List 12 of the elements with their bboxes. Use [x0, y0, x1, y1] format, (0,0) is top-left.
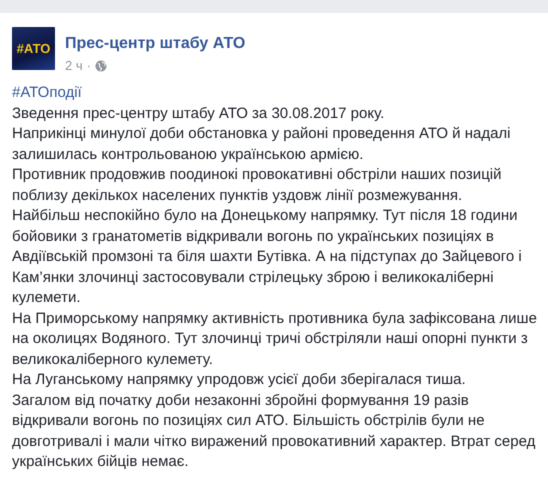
post-paragraph: Противник продовжив поодинокі провокативні обстріли наших позицій поблизу декількох населених пунктів уздовж лінії розмежування.: [12, 165, 502, 206]
hashtag-link[interactable]: #АТОподії: [12, 83, 537, 104]
page-name-link[interactable]: Прес-центр штабу АТО: [65, 35, 246, 53]
post-paragraph: На Луганському напрямку упродовж усієї доби зберігалася тиша.: [12, 370, 467, 390]
post-paragraph: Найбільш неспокійно було на Донецькому напрямку. Тут після 18 години бойовики з гранатометів відкривали вогонь по українських позиціях в Авдіївській промзоні та біля шахти Бутівка. А на підступах до Зайцевого і Кам’янки злочинці застосовували стрілецьку зброю і великокаліберні кулемети.: [12, 206, 523, 308]
globe-icon: [94, 60, 107, 72]
page-avatar[interactable]: #АТО: [12, 27, 55, 70]
separator-dot: ·: [86, 58, 91, 73]
post-paragraph: На Приморському напрямку активність противника була зафіксована лише на околицях Водяного. Тут злочинці тричі обстріляли наші опорні пункти з великокаліберного кулемету.: [12, 308, 537, 370]
post-paragraph: Наприкінці минулої доби обстановка у районі проведення АТО й надалі залишилась контрольованою українською армією.: [12, 124, 512, 164]
post-paragraph: Загалом від початку доби незаконні збройні формування 19 разів відкривали вогонь по позиціях сил АТО. Більшість обстрілів були не довготривалі і мали чітко виражений провокативний характер. Втрат серед українських бійців немає.: [12, 390, 536, 472]
post-paragraph: Зведення прес-центру штабу АТО за 30.08.2017 року.: [12, 104, 386, 124]
